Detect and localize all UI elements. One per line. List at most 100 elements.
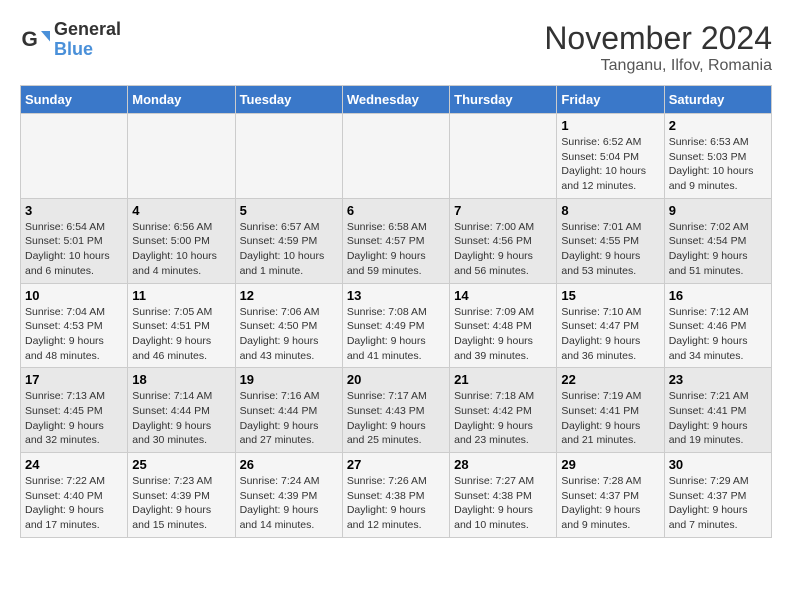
calendar-cell: 28 Sunrise: 7:27 AMSunset: 4:38 PMDayligh…	[450, 453, 557, 538]
calendar-cell: 21 Sunrise: 7:18 AMSunset: 4:42 PMDayligh…	[450, 368, 557, 453]
day-number: 5	[240, 203, 338, 218]
day-number: 23	[669, 372, 767, 387]
day-number: 22	[561, 372, 659, 387]
calendar-cell: 22 Sunrise: 7:19 AMSunset: 4:41 PMDayligh…	[557, 368, 664, 453]
calendar-cell: 9Sunrise: 7:02 AMSunset: 4:54 PMDaylight…	[664, 198, 771, 283]
day-info: Sunrise: 7:19 AMSunset: 4:41 PMDaylight:…	[561, 389, 659, 448]
day-info: Sunrise: 6:56 AMSunset: 5:00 PMDaylight:…	[132, 220, 230, 279]
calendar-cell: 10Sunrise: 7:04 AMSunset: 4:53 PMDayligh…	[21, 283, 128, 368]
calendar-cell: 7Sunrise: 7:00 AMSunset: 4:56 PMDaylight…	[450, 198, 557, 283]
day-info: Sunrise: 7:26 AMSunset: 4:38 PMDaylight:…	[347, 474, 445, 533]
day-info: Sunrise: 7:08 AMSunset: 4:49 PMDaylight:…	[347, 305, 445, 364]
calendar-cell: 20Sunrise: 7:17 AMSunset: 4:43 PMDayligh…	[342, 368, 449, 453]
calendar-week-row: 3Sunrise: 6:54 AMSunset: 5:01 PMDaylight…	[21, 198, 772, 283]
day-number: 21	[454, 372, 552, 387]
day-info: Sunrise: 7:24 AMSunset: 4:39 PMDaylight:…	[240, 474, 338, 533]
logo-text-general: General	[54, 20, 121, 40]
calendar-cell	[450, 114, 557, 199]
day-number: 19	[240, 372, 338, 387]
day-info: Sunrise: 7:12 AMSunset: 4:46 PMDaylight:…	[669, 305, 767, 364]
calendar-week-row: 1 Sunrise: 6:52 AMSunset: 5:04 PMDaylight…	[21, 114, 772, 199]
day-info: Sunrise: 6:54 AMSunset: 5:01 PMDaylight:…	[25, 220, 123, 279]
day-number: 24	[25, 457, 123, 472]
calendar-cell	[21, 114, 128, 199]
logo: G General Blue	[20, 20, 121, 60]
calendar-table: SundayMondayTuesdayWednesdayThursdayFrid…	[20, 85, 772, 538]
weekday-header-saturday: Saturday	[664, 86, 771, 114]
logo-text: General Blue	[54, 20, 121, 60]
day-number: 14	[454, 288, 552, 303]
day-info: Sunrise: 6:58 AMSunset: 4:57 PMDaylight:…	[347, 220, 445, 279]
calendar-cell: 8Sunrise: 7:01 AMSunset: 4:55 PMDaylight…	[557, 198, 664, 283]
calendar-cell: 17Sunrise: 7:13 AMSunset: 4:45 PMDayligh…	[21, 368, 128, 453]
calendar-cell: 12 Sunrise: 7:06 AMSunset: 4:50 PMDayligh…	[235, 283, 342, 368]
calendar-cell: 5 Sunrise: 6:57 AMSunset: 4:59 PMDaylight…	[235, 198, 342, 283]
calendar-cell: 14 Sunrise: 7:09 AMSunset: 4:48 PMDayligh…	[450, 283, 557, 368]
day-info: Sunrise: 7:09 AMSunset: 4:48 PMDaylight:…	[454, 305, 552, 364]
day-number: 27	[347, 457, 445, 472]
day-number: 12	[240, 288, 338, 303]
day-info: Sunrise: 7:28 AMSunset: 4:37 PMDaylight:…	[561, 474, 659, 533]
calendar-cell	[128, 114, 235, 199]
page-header: G General Blue November 2024 Tanganu, Il…	[20, 20, 772, 75]
day-info: Sunrise: 6:57 AMSunset: 4:59 PMDaylight:…	[240, 220, 338, 279]
calendar-cell	[342, 114, 449, 199]
calendar-cell: 23 Sunrise: 7:21 AMSunset: 4:41 PMDayligh…	[664, 368, 771, 453]
logo-icon: G	[20, 25, 50, 55]
day-info: Sunrise: 6:52 AMSunset: 5:04 PMDaylight:…	[561, 135, 659, 194]
calendar-cell: 19 Sunrise: 7:16 AMSunset: 4:44 PMDayligh…	[235, 368, 342, 453]
day-number: 9	[669, 203, 767, 218]
day-number: 29	[561, 457, 659, 472]
calendar-cell: 27 Sunrise: 7:26 AMSunset: 4:38 PMDayligh…	[342, 453, 449, 538]
svg-text:G: G	[22, 28, 38, 51]
day-info: Sunrise: 7:14 AMSunset: 4:44 PMDaylight:…	[132, 389, 230, 448]
calendar-subtitle: Tanganu, Ilfov, Romania	[544, 57, 772, 75]
weekday-header-monday: Monday	[128, 86, 235, 114]
calendar-cell: 11 Sunrise: 7:05 AMSunset: 4:51 PMDayligh…	[128, 283, 235, 368]
day-number: 25	[132, 457, 230, 472]
calendar-cell: 18 Sunrise: 7:14 AMSunset: 4:44 PMDayligh…	[128, 368, 235, 453]
calendar-title: November 2024	[544, 20, 772, 57]
weekday-header-tuesday: Tuesday	[235, 86, 342, 114]
day-info: Sunrise: 7:21 AMSunset: 4:41 PMDaylight:…	[669, 389, 767, 448]
calendar-cell: 13 Sunrise: 7:08 AMSunset: 4:49 PMDayligh…	[342, 283, 449, 368]
day-info: Sunrise: 7:13 AMSunset: 4:45 PMDaylight:…	[25, 389, 123, 448]
day-info: Sunrise: 6:53 AMSunset: 5:03 PMDaylight:…	[669, 135, 767, 194]
day-number: 16	[669, 288, 767, 303]
day-number: 30	[669, 457, 767, 472]
calendar-body: 1 Sunrise: 6:52 AMSunset: 5:04 PMDaylight…	[21, 114, 772, 538]
logo-text-blue: Blue	[54, 40, 121, 60]
calendar-cell: 25 Sunrise: 7:23 AMSunset: 4:39 PMDayligh…	[128, 453, 235, 538]
day-info: Sunrise: 7:06 AMSunset: 4:50 PMDaylight:…	[240, 305, 338, 364]
day-info: Sunrise: 7:04 AMSunset: 4:53 PMDaylight:…	[25, 305, 123, 364]
weekday-header-friday: Friday	[557, 86, 664, 114]
calendar-week-row: 17Sunrise: 7:13 AMSunset: 4:45 PMDayligh…	[21, 368, 772, 453]
day-number: 1	[561, 118, 659, 133]
calendar-cell: 2 Sunrise: 6:53 AMSunset: 5:03 PMDaylight…	[664, 114, 771, 199]
day-number: 28	[454, 457, 552, 472]
calendar-cell	[235, 114, 342, 199]
weekday-row: SundayMondayTuesdayWednesdayThursdayFrid…	[21, 86, 772, 114]
calendar-cell: 3Sunrise: 6:54 AMSunset: 5:01 PMDaylight…	[21, 198, 128, 283]
day-number: 13	[347, 288, 445, 303]
calendar-cell: 24Sunrise: 7:22 AMSunset: 4:40 PMDayligh…	[21, 453, 128, 538]
calendar-week-row: 24Sunrise: 7:22 AMSunset: 4:40 PMDayligh…	[21, 453, 772, 538]
day-number: 2	[669, 118, 767, 133]
day-number: 20	[347, 372, 445, 387]
calendar-cell: 15Sunrise: 7:10 AMSunset: 4:47 PMDayligh…	[557, 283, 664, 368]
day-info: Sunrise: 7:05 AMSunset: 4:51 PMDaylight:…	[132, 305, 230, 364]
weekday-header-sunday: Sunday	[21, 86, 128, 114]
calendar-cell: 16 Sunrise: 7:12 AMSunset: 4:46 PMDayligh…	[664, 283, 771, 368]
calendar-cell: 29 Sunrise: 7:28 AMSunset: 4:37 PMDayligh…	[557, 453, 664, 538]
day-info: Sunrise: 7:23 AMSunset: 4:39 PMDaylight:…	[132, 474, 230, 533]
calendar-cell: 26Sunrise: 7:24 AMSunset: 4:39 PMDayligh…	[235, 453, 342, 538]
day-number: 18	[132, 372, 230, 387]
day-number: 11	[132, 288, 230, 303]
day-info: Sunrise: 7:10 AMSunset: 4:47 PMDaylight:…	[561, 305, 659, 364]
day-info: Sunrise: 7:29 AMSunset: 4:37 PMDaylight:…	[669, 474, 767, 533]
day-info: Sunrise: 7:16 AMSunset: 4:44 PMDaylight:…	[240, 389, 338, 448]
weekday-header-wednesday: Wednesday	[342, 86, 449, 114]
day-info: Sunrise: 7:27 AMSunset: 4:38 PMDaylight:…	[454, 474, 552, 533]
day-info: Sunrise: 7:01 AMSunset: 4:55 PMDaylight:…	[561, 220, 659, 279]
day-info: Sunrise: 7:18 AMSunset: 4:42 PMDaylight:…	[454, 389, 552, 448]
